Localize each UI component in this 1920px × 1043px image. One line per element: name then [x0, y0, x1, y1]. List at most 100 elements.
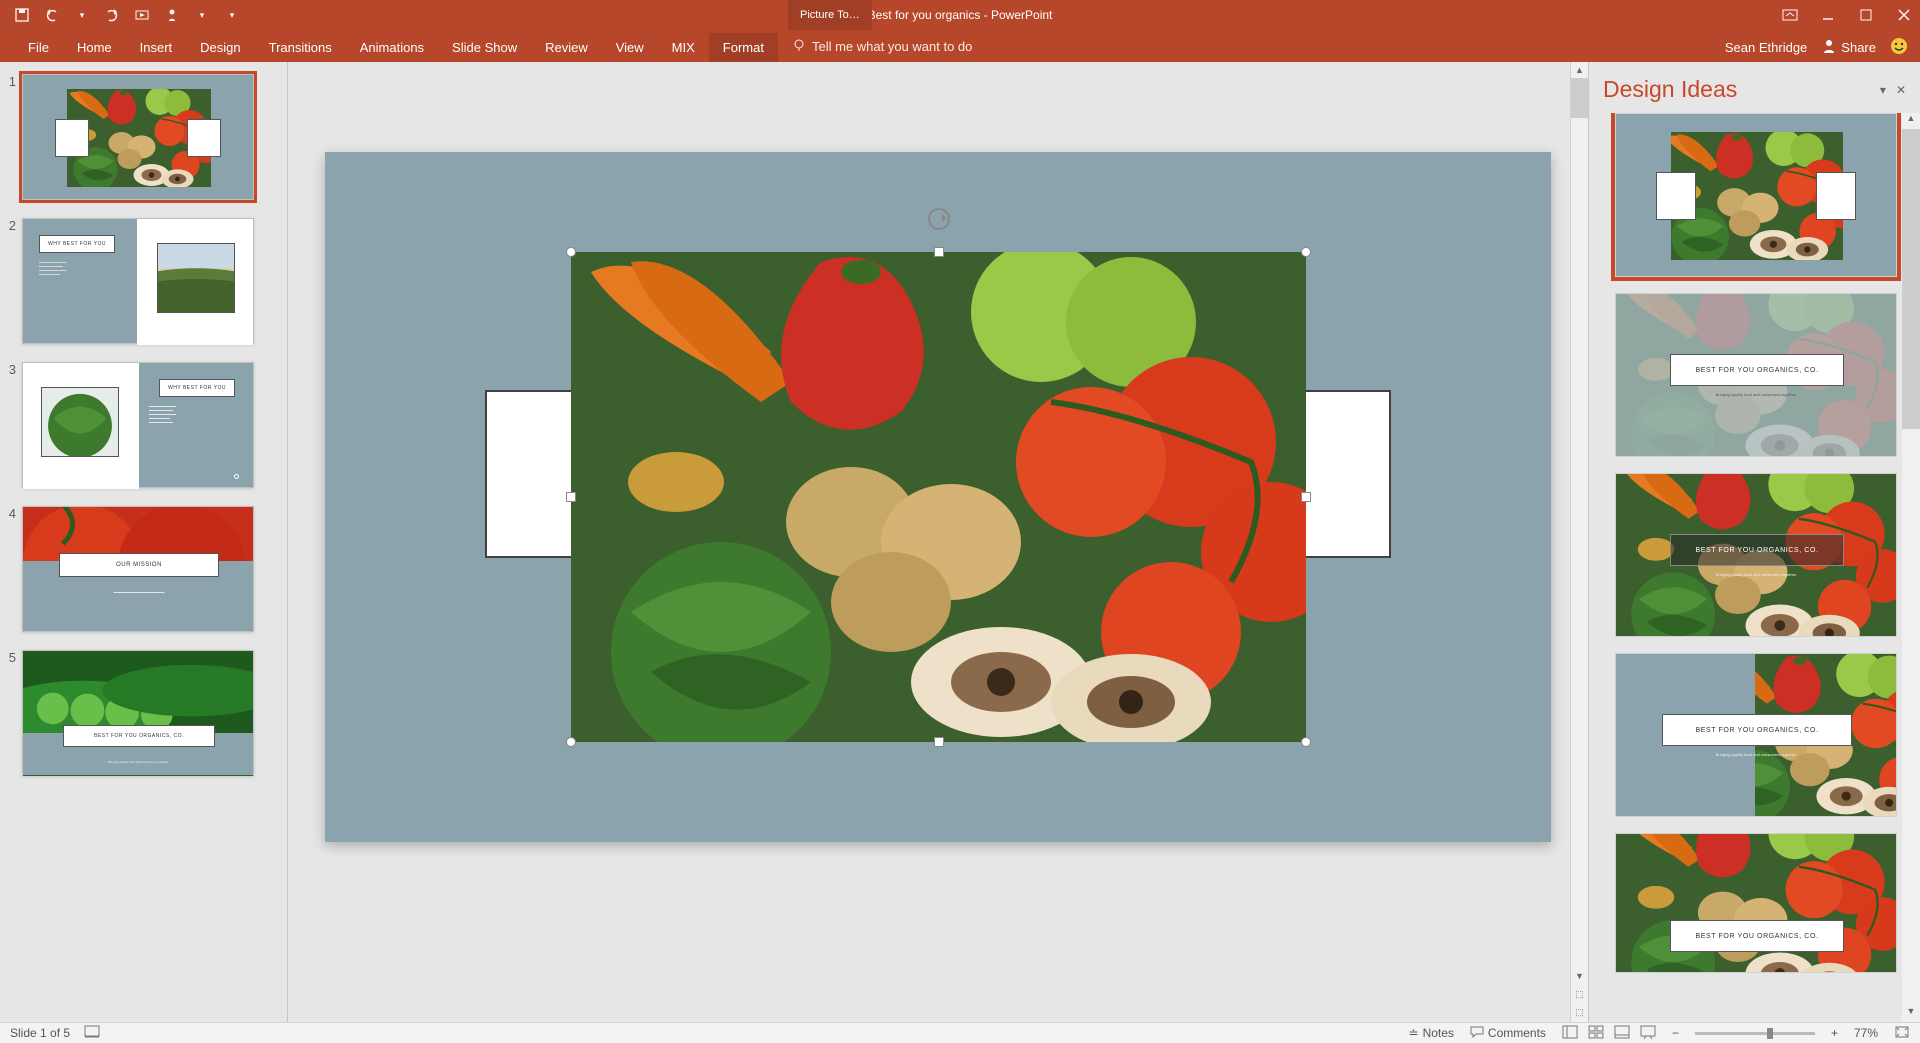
- resize-handle[interactable]: [1301, 247, 1311, 257]
- scrollbar-thumb[interactable]: [1571, 78, 1588, 118]
- thumb5-heading: BEST FOR YOU ORGANICS, CO.: [94, 733, 184, 739]
- normal-view-icon[interactable]: [1562, 1025, 1578, 1042]
- close-icon[interactable]: [1896, 7, 1912, 23]
- slide-thumbnail-2[interactable]: WHY BEST FOR YOU ▬▬▬▬▬▬▬▬▬▬▬▬▬▬▬▬▬▬▬▬▬▬▬…: [22, 218, 254, 344]
- next-slide-icon[interactable]: ⬚: [1571, 1004, 1588, 1020]
- tab-design[interactable]: Design: [186, 33, 254, 62]
- contextual-tab-label[interactable]: Picture To…: [788, 0, 872, 30]
- design-ideas-scrollbar[interactable]: ▲ ▼: [1902, 113, 1920, 1022]
- slide-thumbnail-5[interactable]: BEST FOR YOU ORGANICS, CO. Bringing qual…: [22, 650, 254, 776]
- touch-mode-icon[interactable]: [164, 7, 180, 23]
- customize-qat-icon[interactable]: ▾: [224, 7, 240, 23]
- thumb3-heading: WHY BEST FOR YOU: [168, 385, 226, 391]
- resize-handle[interactable]: [1301, 737, 1311, 747]
- tab-home[interactable]: Home: [63, 33, 126, 62]
- design-idea-3[interactable]: BEST FOR YOU ORGANICS, CO. Bringing qual…: [1615, 473, 1897, 637]
- tab-format[interactable]: Format: [709, 33, 778, 62]
- scrollbar-thumb[interactable]: [1902, 129, 1920, 429]
- tell-me-search[interactable]: Tell me what you want to do: [778, 31, 986, 62]
- design-idea-4-sub: Bringing quality food and consumers toge…: [1616, 752, 1896, 757]
- redo-icon[interactable]: [104, 7, 120, 23]
- design-ideas-title: Design Ideas: [1603, 76, 1737, 103]
- resize-handle[interactable]: [934, 737, 944, 747]
- slide-thumbnail-3[interactable]: WHY BEST FOR YOU ▬▬▬▬▬▬▬▬▬▬▬▬▬▬▬▬▬▬▬▬▬▬▬…: [22, 362, 254, 488]
- thumbnail-row: 3 WHY BEST FOR YOU ▬▬▬▬▬▬▬▬▬▬▬▬▬▬▬▬▬▬▬▬▬…: [2, 362, 279, 488]
- rotate-handle-icon[interactable]: [928, 208, 950, 230]
- previous-slide-icon[interactable]: ⬚: [1571, 986, 1588, 1002]
- slide-thumbnail-4[interactable]: OUR MISSION ▬▬▬▬▬▬▬▬▬▬▬▬▬▬▬▬▬: [22, 506, 254, 632]
- fit-to-window-icon[interactable]: [1894, 1025, 1910, 1042]
- scroll-down-icon[interactable]: ▼: [1571, 968, 1588, 984]
- canvas-scrollbar[interactable]: ▲ ▼ ⬚ ⬚: [1570, 62, 1588, 1022]
- undo-icon[interactable]: [44, 7, 60, 23]
- thumbnail-number: 3: [2, 362, 22, 377]
- pane-options-icon[interactable]: ▾: [1880, 83, 1886, 97]
- slide-show-view-icon[interactable]: [1640, 1025, 1656, 1042]
- design-ideas-list: BEST FOR YOU ORGANICS, CO. Bringing qual…: [1589, 113, 1920, 1022]
- tab-slide-show[interactable]: Slide Show: [438, 33, 531, 62]
- ribbon-display-options-icon[interactable]: [1782, 7, 1798, 23]
- design-idea-3-title: BEST FOR YOU ORGANICS, CO.: [1695, 547, 1818, 554]
- thumb2-heading: WHY BEST FOR YOU: [48, 241, 106, 247]
- design-idea-2-sub: Bringing quality food and consumers toge…: [1616, 392, 1896, 397]
- slide-sorter-view-icon[interactable]: [1588, 1025, 1604, 1042]
- close-pane-icon[interactable]: ✕: [1896, 83, 1906, 97]
- spell-check-icon[interactable]: [84, 1025, 100, 1042]
- resize-handle[interactable]: [566, 737, 576, 747]
- share-button[interactable]: Share: [1821, 38, 1876, 57]
- zoom-in-icon[interactable]: +: [1831, 1026, 1838, 1040]
- start-from-beginning-icon[interactable]: [134, 7, 150, 23]
- selected-picture[interactable]: [571, 252, 1306, 742]
- maximize-icon[interactable]: [1858, 7, 1874, 23]
- design-idea-5[interactable]: BEST FOR YOU ORGANICS, CO.: [1615, 833, 1897, 973]
- reading-view-icon[interactable]: [1614, 1025, 1630, 1042]
- design-idea-3-sub: Bringing quality food and consumers toge…: [1616, 572, 1896, 577]
- share-label: Share: [1841, 40, 1876, 55]
- design-idea-2[interactable]: BEST FOR YOU ORGANICS, CO. Bringing qual…: [1615, 293, 1897, 457]
- scroll-up-icon[interactable]: ▲: [1571, 62, 1588, 78]
- ribbon-tabs: File Home Insert Design Transitions Anim…: [0, 30, 1920, 62]
- comments-icon: [1470, 1026, 1484, 1041]
- design-ideas-panel: Design Ideas ▾ ✕ BEST FOR YOU ORGANICS, …: [1588, 62, 1920, 1022]
- resize-handle[interactable]: [566, 247, 576, 257]
- resize-handle[interactable]: [566, 492, 576, 502]
- thumbnail-row: 5 BEST FOR YOU ORGANICS, CO. Bringing qu…: [2, 650, 279, 776]
- thumb5-sub: Bringing quality food and consumers toge…: [23, 761, 253, 765]
- tab-animations[interactable]: Animations: [346, 33, 438, 62]
- tab-insert[interactable]: Insert: [126, 33, 187, 62]
- scroll-down-icon[interactable]: ▼: [1902, 1006, 1920, 1022]
- tab-mix[interactable]: MIX: [658, 33, 709, 62]
- zoom-percent[interactable]: 77%: [1854, 1026, 1878, 1040]
- quick-access-toolbar: ▾ ▾ ▾: [0, 7, 240, 23]
- status-bar: Slide 1 of 5 ≐ Notes Comments − + 77%: [0, 1022, 1920, 1043]
- minimize-icon[interactable]: [1820, 7, 1836, 23]
- tell-me-label: Tell me what you want to do: [812, 39, 972, 54]
- thumbnail-row: 4 OUR MISSION ▬▬▬▬▬▬▬▬▬▬▬▬▬▬▬▬▬: [2, 506, 279, 632]
- design-idea-1[interactable]: [1615, 113, 1897, 277]
- slide-canvas-area[interactable]: ▲ ▼ ⬚ ⬚: [288, 62, 1588, 1022]
- user-name[interactable]: Sean Ethridge: [1725, 40, 1807, 55]
- chevron-down-icon[interactable]: ▾: [74, 7, 90, 23]
- resize-handle[interactable]: [1301, 492, 1311, 502]
- resize-handle[interactable]: [934, 247, 944, 257]
- tab-review[interactable]: Review: [531, 33, 602, 62]
- slide-canvas[interactable]: [325, 152, 1551, 842]
- comments-label: Comments: [1488, 1026, 1546, 1040]
- zoom-slider-thumb[interactable]: [1767, 1028, 1773, 1039]
- slide-thumbnail-1[interactable]: [22, 74, 254, 200]
- save-icon[interactable]: [14, 7, 30, 23]
- tab-file[interactable]: File: [14, 33, 63, 62]
- thumbnail-number: 2: [2, 218, 22, 233]
- zoom-slider[interactable]: [1695, 1032, 1815, 1035]
- notes-button[interactable]: ≐ Notes: [1409, 1026, 1454, 1040]
- tab-view[interactable]: View: [602, 33, 658, 62]
- zoom-out-icon[interactable]: −: [1672, 1026, 1679, 1040]
- tab-transitions[interactable]: Transitions: [255, 33, 346, 62]
- thumb4-heading: OUR MISSION: [116, 562, 162, 568]
- design-idea-4[interactable]: BEST FOR YOU ORGANICS, CO. Bringing qual…: [1615, 653, 1897, 817]
- smiley-feedback-icon[interactable]: [1890, 37, 1908, 58]
- slide-counter[interactable]: Slide 1 of 5: [10, 1026, 70, 1040]
- comments-button[interactable]: Comments: [1470, 1026, 1546, 1041]
- chevron-down-icon[interactable]: ▾: [194, 7, 210, 23]
- scroll-up-icon[interactable]: ▲: [1902, 113, 1920, 129]
